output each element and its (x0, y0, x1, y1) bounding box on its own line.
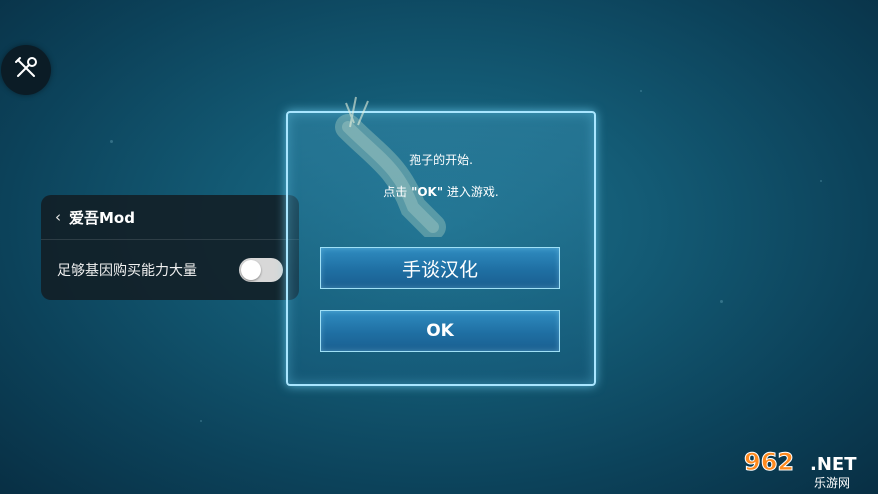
mod-option-row[interactable]: 足够基因购买能力大量 (41, 240, 299, 300)
instruction-prefix: 点击 (383, 185, 412, 199)
mod-option-toggle[interactable] (239, 258, 283, 282)
dialog-title-text: 孢子的开始. (409, 153, 473, 167)
mod-panel-header: ‹ 爱吾Mod (41, 195, 299, 240)
watermark-logo: 962 .NET 乐游网 (744, 448, 858, 491)
svg-text:.NET: .NET (810, 454, 857, 475)
mod-panel: ‹ 爱吾Mod 足够基因购买能力大量 (41, 195, 299, 300)
toggle-knob (241, 260, 261, 280)
background-speck (200, 420, 202, 422)
background-speck (820, 180, 822, 182)
mod-panel-title: 爱吾Mod (69, 208, 135, 227)
background-speck (640, 90, 642, 92)
translate-button[interactable]: 手谈汉化 (320, 247, 560, 289)
instruction-emphasis: "OK" (411, 185, 444, 199)
wrench-screwdriver-icon (12, 54, 40, 86)
svg-text:962: 962 (744, 448, 794, 476)
ok-button[interactable]: OK (320, 310, 560, 352)
instruction-suffix: 进入游戏. (443, 185, 499, 199)
dialog-instruction-text: 点击 "OK" 进入游戏. (288, 183, 594, 200)
start-dialog: 孢子的开始. 点击 "OK" 进入游戏. 手谈汉化 OK (286, 96, 596, 386)
svg-text:乐游网: 乐游网 (814, 476, 850, 490)
mod-option-label: 足够基因购买能力大量 (57, 263, 197, 279)
mod-menu-button[interactable] (1, 45, 51, 95)
background-speck (720, 300, 723, 303)
back-chevron-icon[interactable]: ‹ (55, 208, 61, 226)
background-speck (110, 140, 113, 143)
